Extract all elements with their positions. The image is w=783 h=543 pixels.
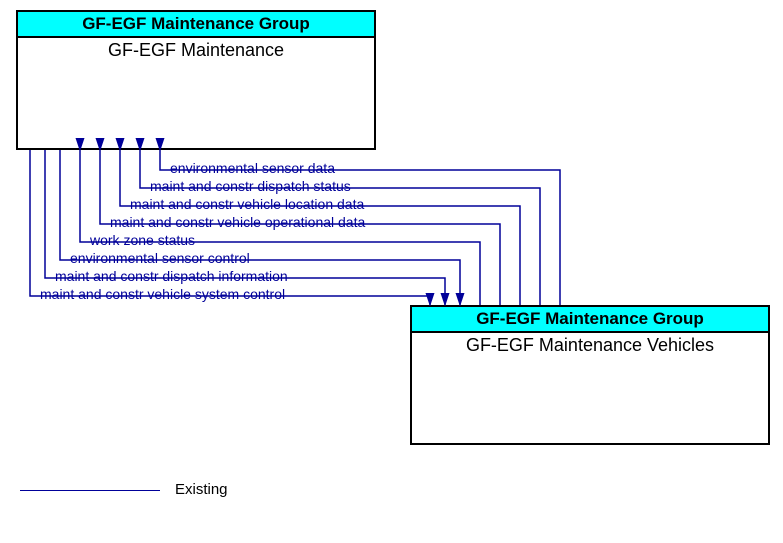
entity-subtitle: GF-EGF Maintenance Vehicles [412,333,768,358]
flow-label: maint and constr dispatch status [150,178,351,194]
flow-label: environmental sensor control [70,250,250,266]
entity-header: GF-EGF Maintenance Group [18,12,374,38]
entity-box-vehicles: GF-EGF Maintenance Group GF-EGF Maintena… [410,305,770,445]
entity-header: GF-EGF Maintenance Group [412,307,768,333]
legend-line-existing [20,490,160,491]
flow-label: environmental sensor data [170,160,335,176]
legend-label-existing: Existing [175,481,228,498]
flow-label: maint and constr dispatch information [55,268,288,284]
flow-label: maint and constr vehicle location data [130,196,364,212]
flow-label: maint and constr vehicle operational dat… [110,214,365,230]
flow-label: maint and constr vehicle system control [40,286,285,302]
entity-box-maintenance: GF-EGF Maintenance Group GF-EGF Maintena… [16,10,376,150]
entity-subtitle: GF-EGF Maintenance [18,38,374,63]
flow-label: work zone status [90,232,195,248]
